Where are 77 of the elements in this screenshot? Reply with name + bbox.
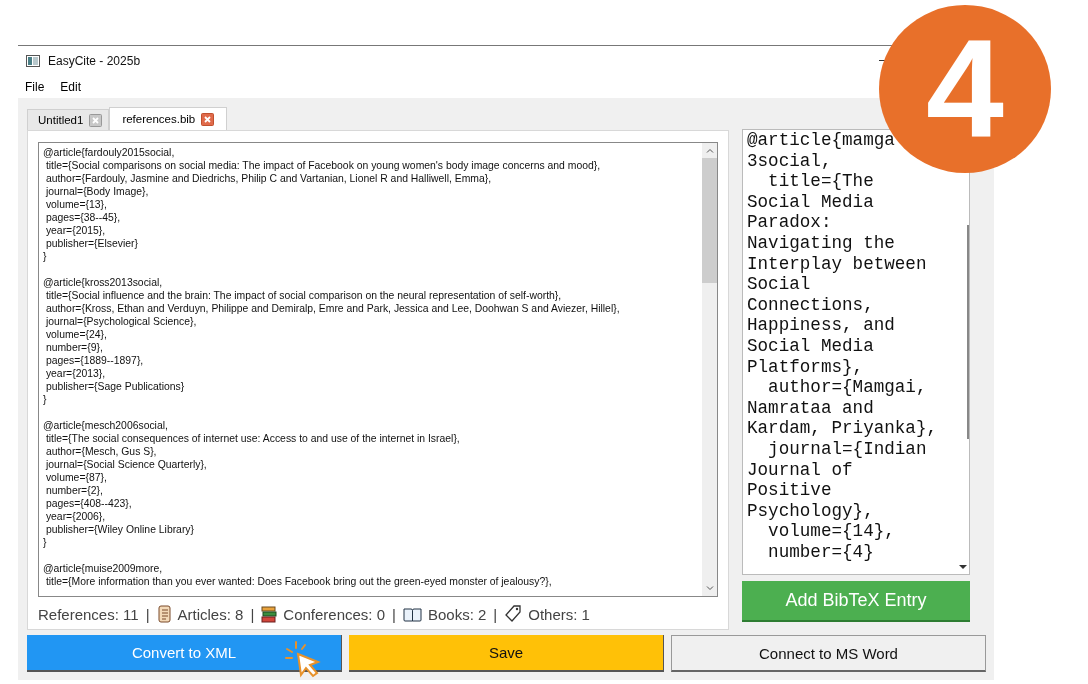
code-line: Happiness, and [747,315,896,336]
code-line: } [43,250,48,263]
code-line: journal={Body Image}, [44,185,150,198]
code-line: Namrataa and [747,397,875,419]
stat-label: Others: 1 [528,605,590,623]
code-line: @article{fardouly2015social, [43,146,176,159]
tag-icon [504,605,523,623]
action-button[interactable]: Connect to MS Word [671,635,986,672]
code-line: Connections, [747,294,875,316]
separator: | [145,605,150,623]
stat-label: Books: 2 [427,605,487,623]
code-line: title={More information than you ever wanted: Does Facebook bring out the green-eyed monster of jealousy?}, [44,575,553,588]
code-line: Social [747,274,812,295]
code-line: title={Social influence and the brain: The impact of social comparison on the neural representation of self-worth}, [44,289,563,302]
code-line: author={Mesch, Gus S}, [44,445,158,458]
code-line: pages={408--423}, [44,497,133,510]
code-line: @article{muise2009more, [43,562,164,575]
separator: | [250,605,255,623]
code-line: author={Kross, Ethan and Verduyn, Philippe and Demiralp, Emre and Park, Jessica and Lee, Doohwan S and Aviezer, Hillel}, [44,302,621,315]
close-icon[interactable] [89,113,103,127]
menu-item[interactable]: File [25,80,45,94]
separator: | [493,605,498,623]
code-line: number={2}, [44,484,104,497]
code-line: Navigating the [747,232,896,254]
stat-label: References: 11 [38,605,139,623]
code-line: number={9}, [44,341,104,354]
close-icon[interactable] [201,112,215,126]
stat-label: Articles: 8 [177,605,244,623]
code-line: Kardam, Priyanka}, [747,418,939,439]
code-line: year={2006}, [44,510,107,523]
window-title: EasyCite - 2025b [48,54,141,68]
code-line: Social Media [747,191,875,213]
tab[interactable]: Untitled1 [27,109,110,130]
code-line: author={Fardouly, Jasmine and Diedrichs, Philip C and Vartanian, Lionel R and Halliwell, Emma}, [44,172,493,185]
code-line: publisher={Sage Publications} [44,380,186,393]
code-line: journal={Indian [767,438,928,460]
code-line: journal={Social Science Quarterly}, [44,458,208,471]
code-line: 3social, [747,150,833,172]
scroll-down-icon[interactable] [959,565,967,570]
open-book-icon [402,606,422,622]
code-line: year={2015}, [44,224,107,237]
code-line: Journal of [747,459,854,481]
code-line: Psychology}, [747,500,875,522]
code-line: @article{mamga [747,130,896,151]
code-line: publisher={Elsevier} [44,237,140,250]
books-icon [261,605,278,623]
code-line: pages={1889--1897}, [44,354,145,367]
stat-label: Conferences: 0 [283,605,386,623]
code-line: pages={38--45}, [44,211,122,224]
code-line: title={The social consequences of internet use: Access to and use of the internet in Israel}, [44,432,461,445]
code-line: @article{mesch2006social, [43,419,169,432]
code-line: } [43,393,48,406]
code-line: volume={87}, [44,471,108,484]
code-line: author={Mamgai, [767,377,928,398]
code-line: volume={13}, [44,198,108,211]
code-line: number={4} [767,541,875,563]
scroll-icon [156,605,172,623]
code-line: volume={14}, [767,521,896,542]
code-line: title={Social comparisons on social media: The impact of Facebook on young women's body image concerns and mood}, [44,159,602,172]
code-line: volume={24}, [44,328,108,341]
code-line: journal={Psychological Science}, [44,315,198,328]
code-line: publisher={Wiley Online Library} [44,523,196,536]
code-line: Positive [747,480,833,501]
code-line: Paradox: [747,212,833,233]
tab[interactable]: references.bib [109,107,228,130]
code-line: Social Media [747,335,875,357]
code-line: title={The [767,171,875,192]
app-icon [26,55,40,67]
separator: | [392,605,396,623]
code-line: year={2013}, [44,367,107,380]
code-editor[interactable] [38,142,718,597]
code-line: } [43,536,48,549]
action-button[interactable]: Save [349,635,664,672]
code-line: Platforms}, [747,356,865,378]
code-line: @article{kross2013social, [43,276,164,289]
code-line: Interplay between [747,253,928,275]
menu-item[interactable]: Edit [60,80,82,94]
